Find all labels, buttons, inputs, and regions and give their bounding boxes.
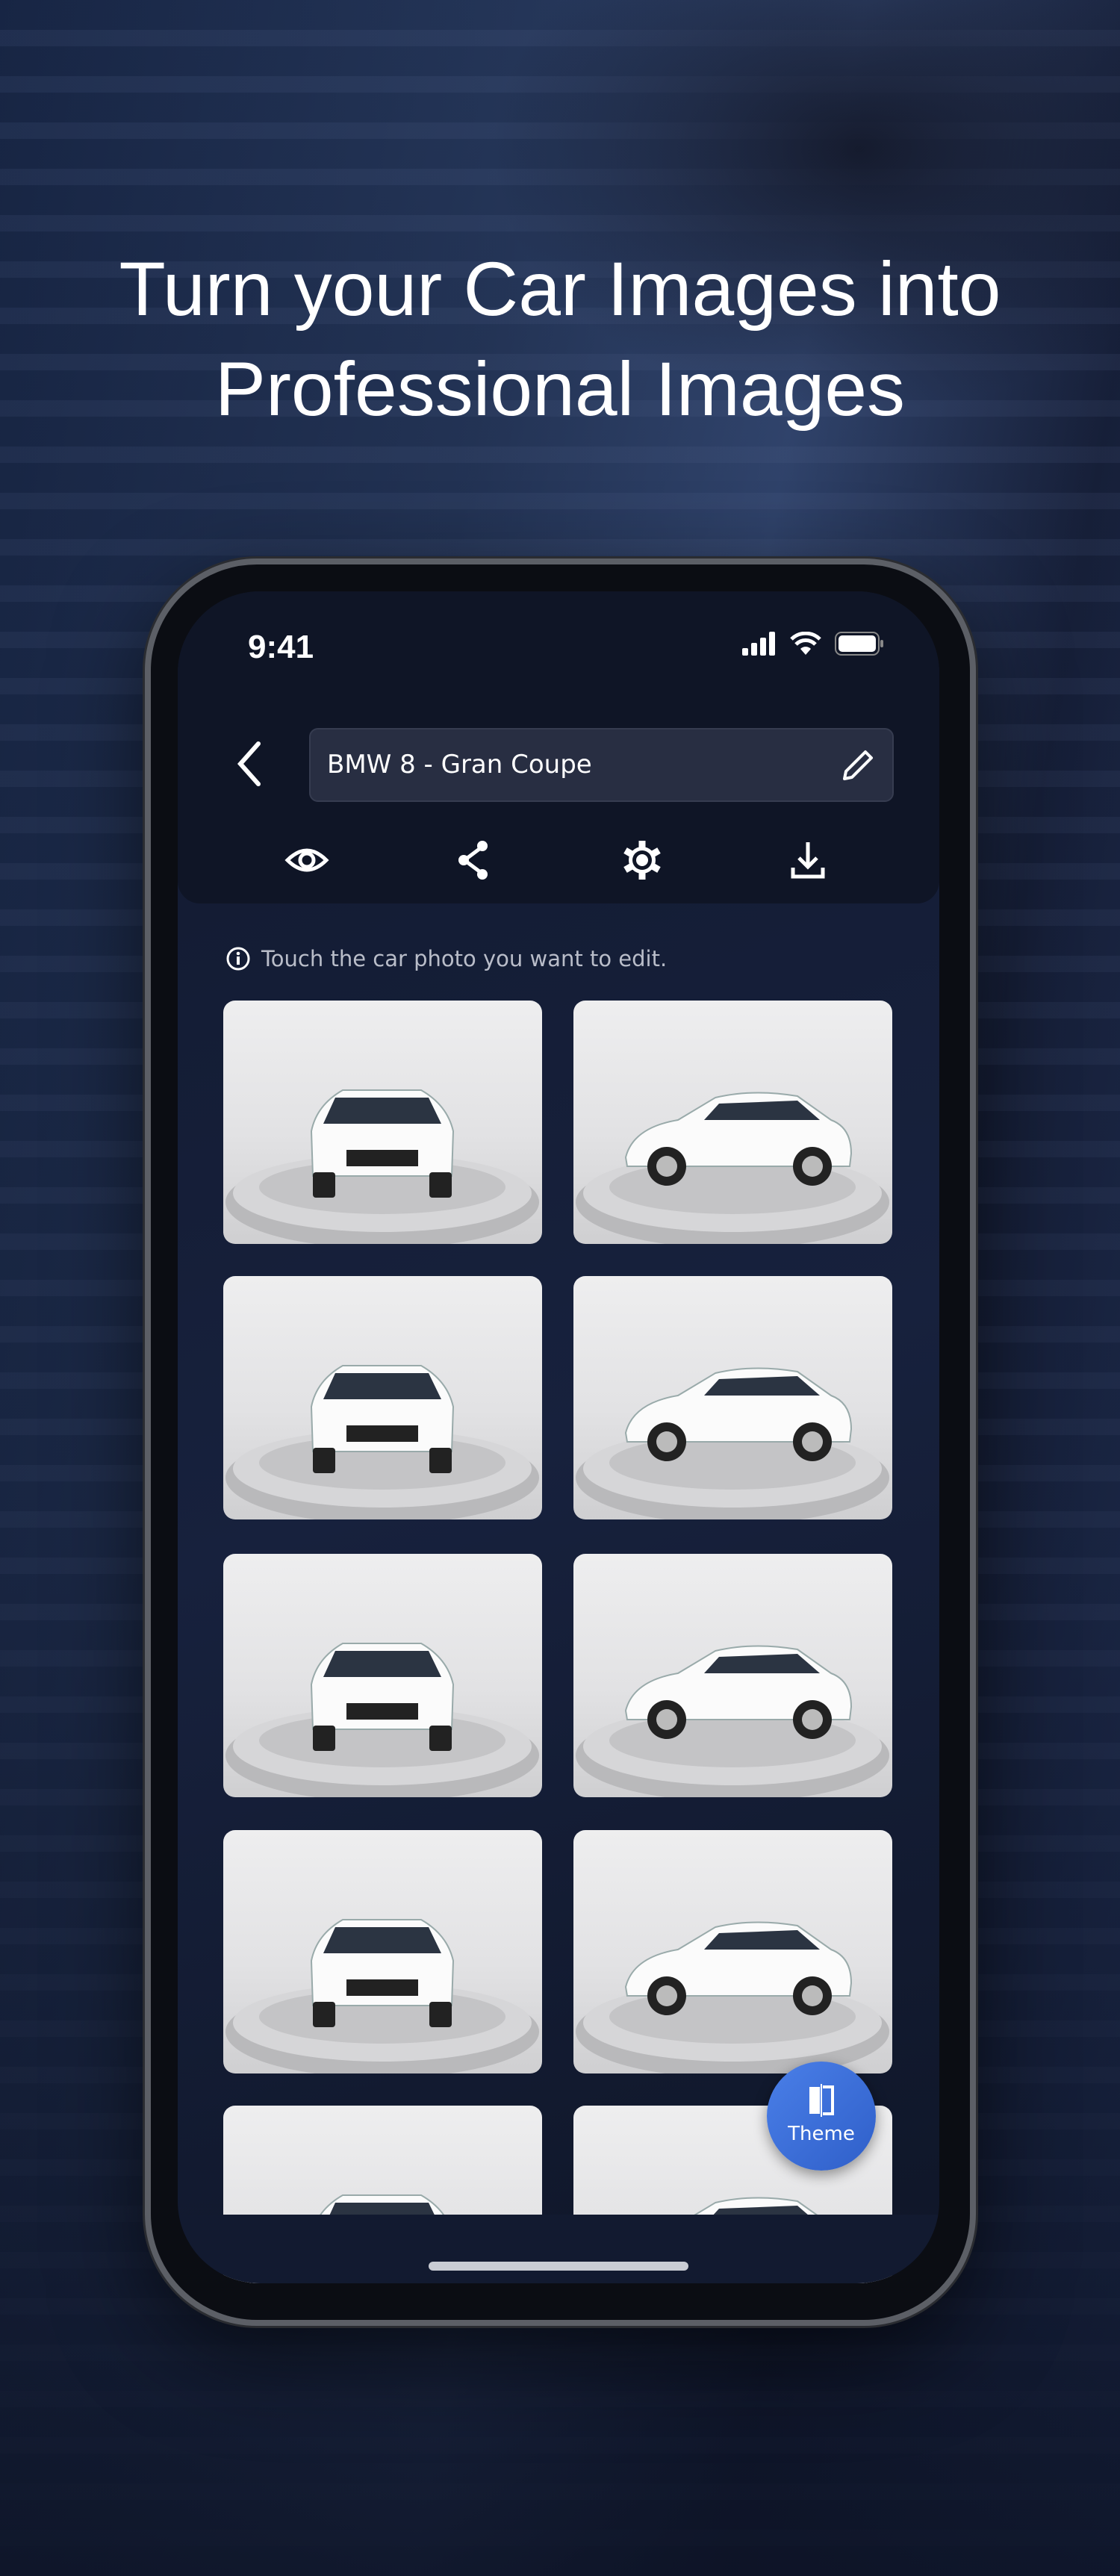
theme-button-label: Theme	[788, 2123, 855, 2145]
car-photo	[576, 1645, 889, 1797]
car-photo-tile[interactable]	[573, 1554, 892, 1797]
car-photo	[225, 1089, 539, 1244]
share-icon[interactable]	[452, 838, 497, 883]
car-photo-tile[interactable]	[573, 1830, 892, 2073]
car-photo-tile[interactable]	[223, 1276, 542, 1519]
app-header: 9:41 BMW 8 - Gran Coupe	[178, 591, 939, 903]
info-hint: Touch the car photo you want to edit.	[225, 946, 667, 971]
car-photo-tile[interactable]	[573, 1276, 892, 1519]
car-photo-tile[interactable]	[223, 1554, 542, 1797]
info-icon	[226, 947, 250, 971]
eye-icon[interactable]	[284, 838, 329, 883]
car-photo	[576, 1921, 889, 2073]
car-photo-tile[interactable]	[573, 1001, 892, 1244]
battery-icon	[835, 632, 883, 656]
car-photo-tile[interactable]	[223, 1830, 542, 2073]
info-text: Touch the car photo you want to edit.	[261, 946, 668, 971]
headline-line-1: Turn your Car Images into	[119, 246, 1001, 332]
signal-icon	[742, 632, 775, 656]
bottom-bar	[178, 2215, 939, 2283]
project-name-text: BMW 8 - Gran Coupe	[327, 750, 592, 780]
headline-line-2: Professional Images	[214, 346, 906, 432]
wifi-icon	[790, 632, 821, 655]
status-time: 9:41	[248, 629, 314, 665]
car-photo	[225, 1365, 539, 1519]
phone-screen: 9:41 BMW 8 - Gran Coupe Touch the car ph…	[178, 591, 939, 2283]
car-photo	[225, 1919, 539, 2073]
car-photo	[225, 1643, 539, 1797]
theme-icon	[809, 2084, 834, 2117]
car-photo	[576, 1367, 889, 1519]
status-icons	[742, 632, 884, 656]
theme-button[interactable]: Theme	[767, 2062, 876, 2171]
gear-icon[interactable]	[620, 838, 665, 883]
car-photo-tile[interactable]	[223, 1001, 542, 1244]
download-icon[interactable]	[785, 838, 830, 883]
headline: Turn your Car Images into Professional I…	[0, 239, 1120, 439]
project-name-field[interactable]: BMW 8 - Gran Coupe	[309, 728, 894, 802]
pencil-icon[interactable]	[840, 747, 876, 783]
home-indicator[interactable]	[429, 2262, 688, 2271]
car-photo	[576, 1092, 889, 1244]
chevron-left-icon[interactable]	[234, 741, 264, 787]
